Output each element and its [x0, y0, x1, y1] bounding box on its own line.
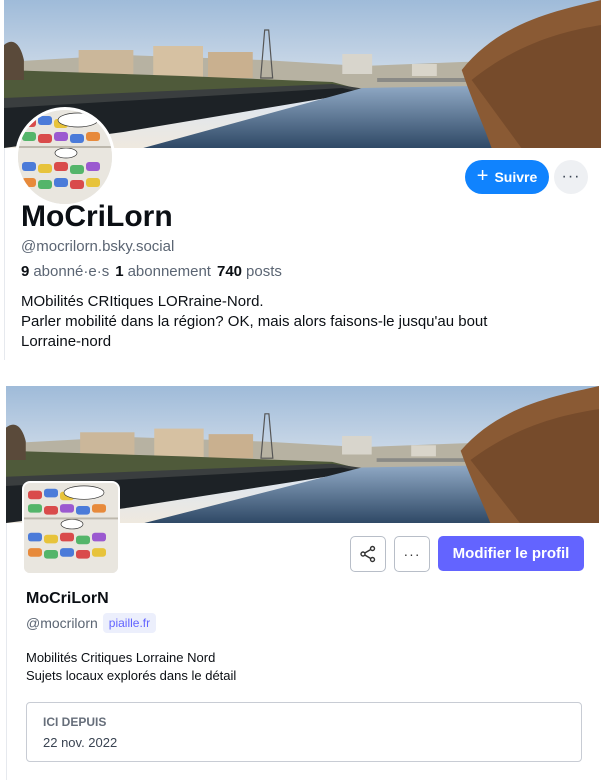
followers-count: 9	[21, 263, 30, 280]
posts-count: 740	[216, 263, 243, 280]
ellipsis-icon: ···	[403, 546, 421, 562]
plus-icon: +	[476, 165, 489, 187]
following-count: 1	[115, 263, 124, 280]
mastodon-profile-card: ··· Modifier le profil MoCriLorN @mocril…	[0, 386, 601, 780]
follow-button[interactable]: + Suivre	[465, 160, 549, 194]
posts-label: posts	[246, 263, 282, 280]
profile-avatar[interactable]	[15, 107, 115, 207]
profile-bio: MObilités CRItiques LORraine-Nord. Parle…	[21, 292, 487, 352]
more-options-button[interactable]: ···	[554, 160, 588, 194]
followers-label: abonné·e·s	[33, 263, 110, 280]
share-icon	[360, 545, 376, 563]
follow-button-label: Suivre	[494, 169, 538, 185]
user-handle-row: @mocrilorn piaille.fr	[26, 613, 157, 633]
following-label: abonnement	[127, 263, 211, 280]
edit-profile-label: Modifier le profil	[452, 545, 570, 562]
profile-bio: Mobilités Critiques Lorraine Nord Sujets…	[26, 649, 236, 685]
user-handle: @mocrilorn.bsky.social	[21, 238, 175, 255]
ellipsis-icon: ···	[561, 168, 581, 185]
cartoon-traffic-jam-avatar-icon	[18, 110, 112, 204]
card-border	[4, 148, 5, 360]
profile-avatar[interactable]	[22, 481, 120, 575]
bio-line: Parler mobilité dans la région? OK, mais…	[21, 313, 488, 330]
share-button[interactable]	[350, 536, 386, 572]
joined-since-date: 22 nov. 2022	[43, 735, 118, 750]
bluesky-profile-card: + Suivre ··· MoCriLorn @mocrilorn.bsky.s…	[0, 0, 601, 360]
bio-line: Mobilités Critiques Lorraine Nord	[26, 650, 216, 665]
profile-stats: 9 abonné·e·s 1 abonnement 740 posts	[21, 263, 282, 280]
edit-profile-button[interactable]: Modifier le profil	[438, 536, 584, 571]
joined-since-label: ICI DEPUIS	[43, 715, 107, 729]
instance-domain-badge[interactable]: piaille.fr	[102, 613, 157, 633]
followers-link[interactable]: 9 abonné·e·s	[21, 263, 109, 280]
bio-line: Sujets locaux explorés dans le détail	[26, 668, 237, 683]
display-name: MoCriLorN	[26, 590, 109, 607]
joined-since-box: ICI DEPUIS 22 nov. 2022	[26, 702, 582, 762]
following-link[interactable]: 1 abonnement	[115, 263, 211, 280]
bio-line: MObilités CRItiques LORraine-Nord.	[21, 293, 264, 310]
cartoon-traffic-jam-avatar-icon	[24, 483, 118, 573]
posts-stat: 740 posts	[217, 263, 282, 280]
display-name: MoCriLorn	[21, 200, 173, 233]
user-handle: @mocrilorn	[26, 615, 98, 631]
card-border	[6, 523, 7, 780]
bio-line: Lorraine-nord	[21, 333, 112, 350]
more-options-button[interactable]: ···	[394, 536, 430, 572]
